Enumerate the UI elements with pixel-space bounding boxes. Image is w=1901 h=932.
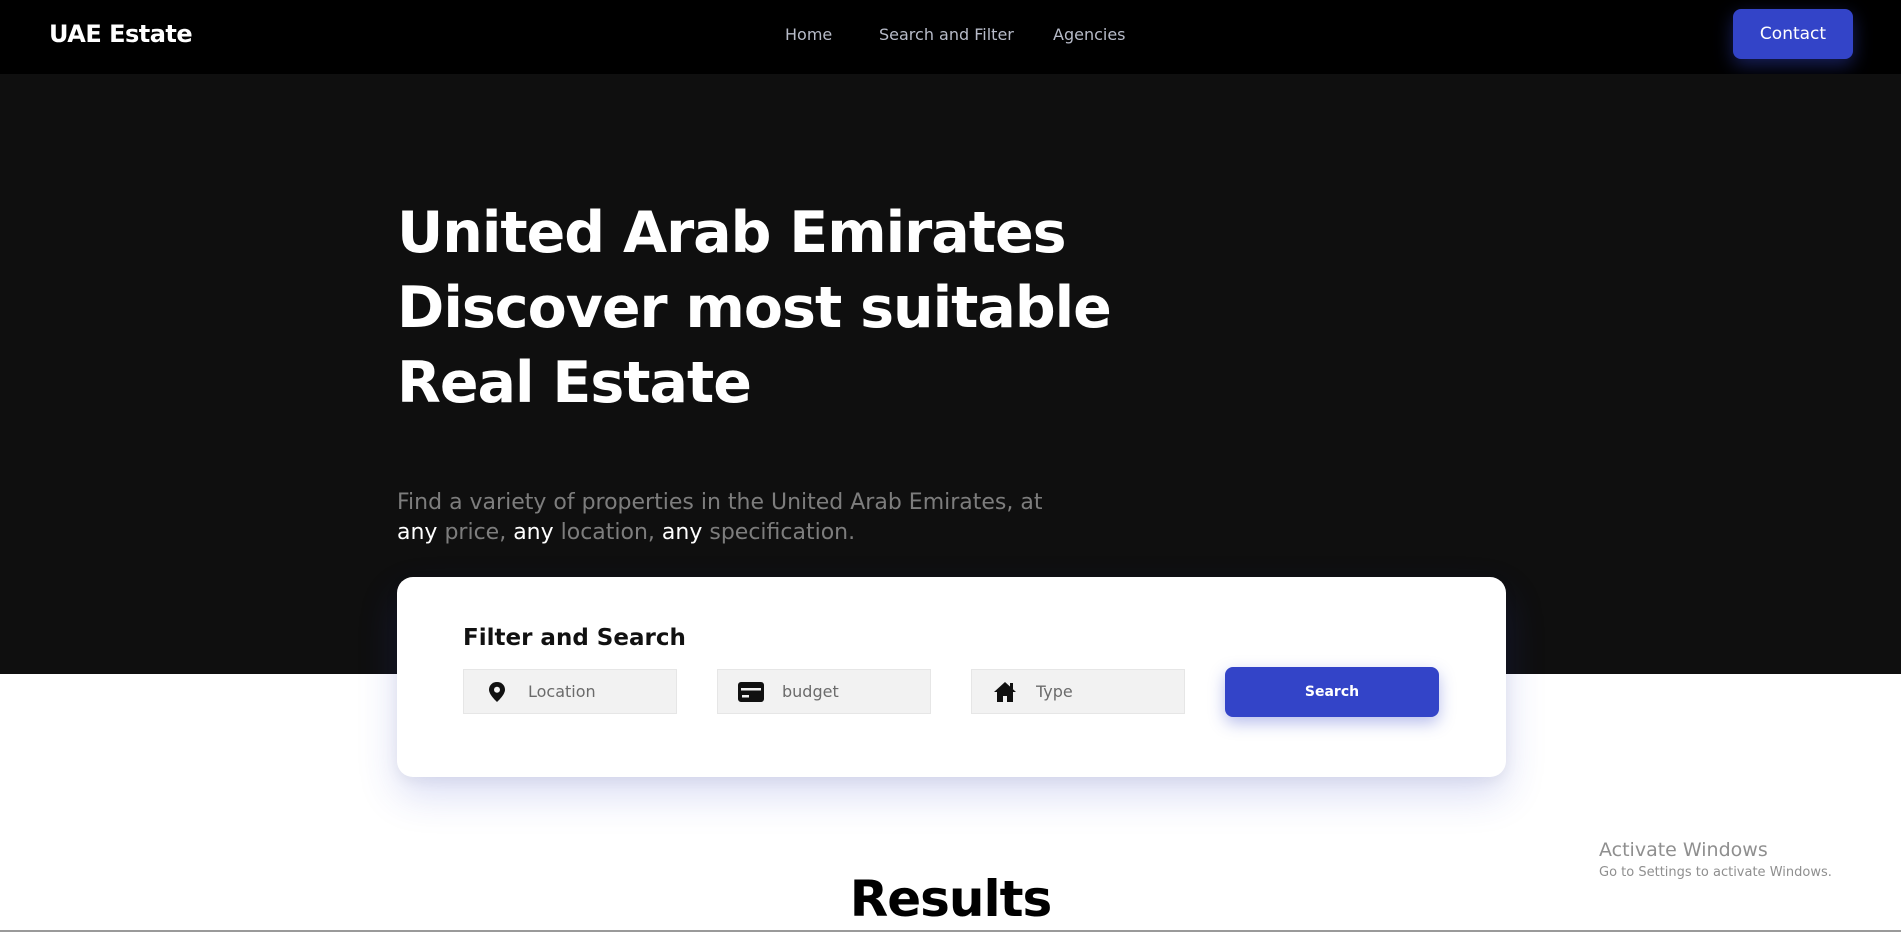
nav-link-agencies[interactable]: Agencies bbox=[1053, 25, 1126, 44]
nav-link-home[interactable]: Home bbox=[785, 25, 832, 44]
contact-button[interactable]: Contact bbox=[1733, 9, 1853, 59]
type-input[interactable] bbox=[1034, 681, 1174, 702]
filter-search-card: Filter and Search Search bbox=[397, 577, 1506, 777]
location-pin-icon bbox=[484, 679, 510, 705]
watermark-subtitle: Go to Settings to activate Windows. bbox=[1599, 865, 1832, 880]
hero-subtitle-text: specification. bbox=[702, 520, 856, 545]
location-field[interactable] bbox=[463, 669, 677, 714]
hero-subtitle: Find a variety of properties in the Unit… bbox=[397, 488, 1057, 548]
hero-subtitle-text: Find a variety of properties in the Unit… bbox=[397, 490, 1043, 515]
budget-input[interactable] bbox=[780, 681, 920, 702]
house-icon bbox=[992, 679, 1018, 705]
hero-subtitle-text: location, bbox=[553, 520, 662, 545]
hero-subtitle-text: price, bbox=[437, 520, 514, 545]
type-field[interactable] bbox=[971, 669, 1185, 714]
hero-title-line-1: United Arab Emirates bbox=[397, 200, 1067, 266]
credit-card-icon bbox=[738, 679, 764, 705]
nav-link-search-and-filter[interactable]: Search and Filter bbox=[879, 25, 1014, 44]
budget-field[interactable] bbox=[717, 669, 931, 714]
search-button[interactable]: Search bbox=[1225, 667, 1439, 717]
hero-title: United Arab Emirates Discover most suita… bbox=[397, 196, 1117, 421]
hero-title-line-3: Real Estate bbox=[397, 350, 752, 416]
watermark-title: Activate Windows bbox=[1599, 839, 1768, 861]
filter-title: Filter and Search bbox=[463, 625, 686, 651]
hero-subtitle-highlight: any bbox=[661, 520, 703, 545]
hero-subtitle-highlight: any bbox=[513, 520, 554, 545]
top-navbar: UAE Estate Home Search and Filter Agenci… bbox=[0, 0, 1901, 74]
location-input[interactable] bbox=[526, 681, 666, 702]
hero-title-line-2: Discover most suitable bbox=[397, 275, 1112, 341]
windows-activation-watermark: Activate Windows Go to Settings to activ… bbox=[1599, 838, 1832, 883]
brand-logo[interactable]: UAE Estate bbox=[49, 20, 193, 48]
hero-subtitle-highlight: any bbox=[397, 520, 438, 545]
